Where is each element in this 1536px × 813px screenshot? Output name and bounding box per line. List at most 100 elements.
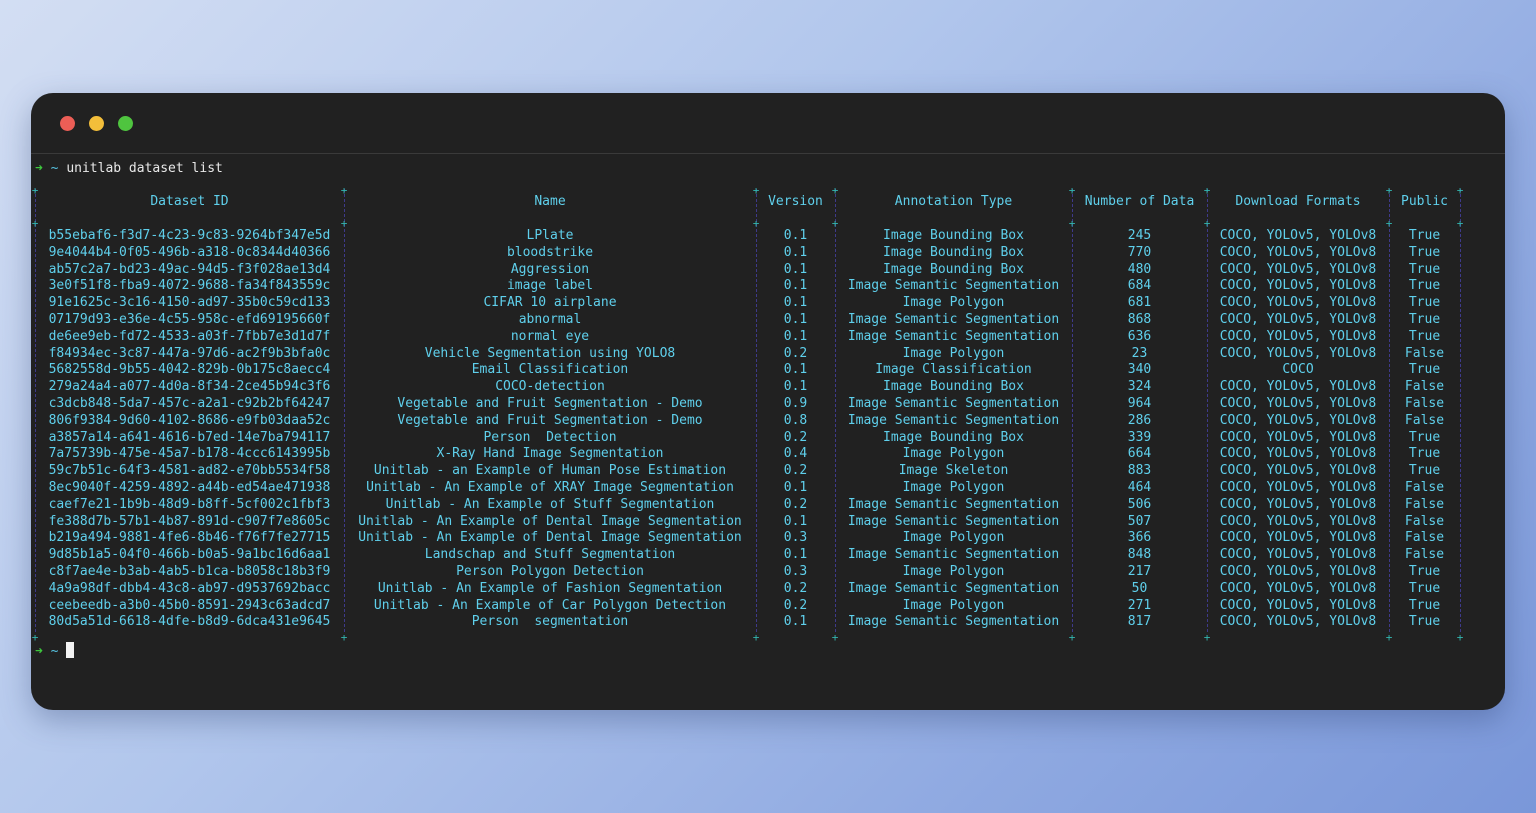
table-cell-annotation-type: Image Semantic Segmentation	[847, 547, 1060, 563]
terminal-output[interactable]: ➜ ~ unitlab dataset list + + + + + + + + + + + + + + +…	[31, 153, 1505, 710]
table-cell-number-of-data: 366	[1127, 530, 1152, 546]
table-cell-annotation-type: Image Bounding Box	[883, 244, 1024, 260]
table-cell-download-formats: COCO, YOLOv5, YOLOv8	[1219, 496, 1377, 512]
table-cell-public: True	[1408, 597, 1441, 613]
table-cell-public: False	[1404, 345, 1445, 361]
table-cell-dataset-id: 5682558d-9b55-4042-829b-0b175c8aecc4	[48, 362, 331, 378]
table-cell-number-of-data: 50	[1131, 580, 1148, 596]
table-cell-name: Person Polygon Detection	[456, 564, 644, 579]
table-cell-dataset-id: de6ee9eb-fd72-4533-a03f-7fbb7e3d1d7f	[48, 328, 331, 344]
table-border-corner: +	[1456, 631, 1464, 645]
table-cell-number-of-data: 817	[1127, 614, 1152, 630]
table-cell-annotation-type: Image Semantic Segmentation	[847, 614, 1060, 630]
table-cell-annotation-type: Image Semantic Segmentation	[847, 396, 1060, 411]
table-cell-public: True	[1408, 614, 1441, 630]
table-cell-annotation-type: Image Bounding Box	[883, 379, 1024, 395]
table-cell-download-formats: COCO, YOLOv5, YOLOv8	[1219, 547, 1377, 563]
table-cell-name: Unitlab - An Example of XRAY Image Segme…	[366, 480, 734, 495]
table-cell-public: True	[1408, 463, 1441, 479]
table-cell-annotation-type: Image Semantic Segmentation	[847, 513, 1060, 529]
table-cell-public: True	[1408, 564, 1441, 579]
zoom-button[interactable]	[118, 116, 133, 131]
table-cell-name: LPlate	[526, 228, 574, 243]
table-cell-name: COCO-detection	[495, 379, 605, 395]
table-cell-download-formats: COCO, YOLOv5, YOLOv8	[1219, 345, 1377, 361]
prompt-tilde: ~	[50, 161, 59, 176]
table-border-corner: +	[752, 631, 760, 645]
table-cell-number-of-data: 681	[1127, 295, 1152, 311]
table-cell-public: False	[1404, 547, 1445, 563]
table-cell-dataset-id: c3dcb848-5da7-457c-a2a1-c92b2bf64247	[48, 396, 331, 411]
table-cell-version: 0.1	[783, 513, 808, 529]
table-cell-dataset-id: 7a75739b-475e-45a7-b178-4ccc6143995b	[48, 446, 331, 462]
table-cell-version: 0.3	[783, 530, 808, 546]
minimize-button[interactable]	[89, 116, 104, 131]
table-cell-version: 0.2	[783, 429, 808, 445]
table-cell-download-formats: COCO, YOLOv5, YOLOv8	[1219, 580, 1377, 596]
close-button[interactable]	[60, 116, 75, 131]
table-cell-version: 0.1	[783, 312, 808, 327]
table-cell-annotation-type: Image Semantic Segmentation	[847, 312, 1060, 327]
table-cell-public: True	[1408, 429, 1441, 445]
table-header-col-annotation-type: Annotation Type	[894, 194, 1013, 209]
table-cell-dataset-id: 9d85b1a5-04f0-466b-b0a5-9a1bc16d6aa1	[48, 547, 331, 563]
table-cell-name: Person segmentation	[471, 614, 629, 630]
table-cell-public: True	[1408, 362, 1441, 378]
table-cell-name: Unitlab - An Example of Dental Image Seg…	[358, 530, 742, 546]
table-cell-public: False	[1404, 396, 1445, 411]
table-cell-annotation-type: Image Bounding Box	[883, 228, 1024, 243]
table-cell-number-of-data: 868	[1127, 312, 1152, 327]
table-cell-annotation-type: Image Classification	[875, 362, 1032, 378]
table-cell-number-of-data: 324	[1127, 379, 1152, 395]
table-cell-name: Vegetable and Fruit Segmentation - Demo	[397, 396, 703, 411]
table-cell-annotation-type: Image Semantic Segmentation	[847, 328, 1060, 344]
table-border-corner: +	[1068, 631, 1076, 645]
table-cell-download-formats: COCO, YOLOv5, YOLOv8	[1219, 429, 1377, 445]
table-cell-version: 0.1	[783, 379, 808, 395]
table-cell-download-formats: COCO, YOLOv5, YOLOv8	[1219, 564, 1377, 579]
table-cell-dataset-id: c8f7ae4e-b3ab-4ab5-b1ca-b8058c18b3f9	[48, 564, 331, 579]
table-cell-public: False	[1404, 379, 1445, 395]
table-cell-public: False	[1404, 496, 1445, 512]
table-cell-annotation-type: Image Semantic Segmentation	[847, 412, 1060, 428]
table-cell-dataset-id: 279a24a4-a077-4d0a-8f34-2ce45b94c3f6	[48, 379, 331, 395]
table-cell-annotation-type: Image Polygon	[902, 345, 1005, 361]
table-cell-version: 0.1	[783, 480, 808, 495]
table-column-divider	[1460, 189, 1461, 633]
table-cell-name: image label	[506, 278, 594, 294]
table-cell-annotation-type: Image Polygon	[902, 446, 1005, 462]
terminal-window: ➜ ~ unitlab dataset list + + + + + + + + + + + + + + +…	[31, 93, 1505, 710]
table-cell-version: 0.1	[783, 362, 808, 378]
next-prompt-line[interactable]: ➜ ~	[35, 642, 75, 660]
table-cell-public: True	[1408, 312, 1441, 327]
title-bar	[31, 93, 1505, 154]
table-cell-number-of-data: 770	[1127, 244, 1152, 260]
table-cell-number-of-data: 217	[1127, 564, 1152, 579]
table-cell-annotation-type: Image Semantic Segmentation	[847, 278, 1060, 294]
table-cell-version: 0.1	[783, 547, 808, 563]
table-cell-download-formats: COCO, YOLOv5, YOLOv8	[1219, 446, 1377, 462]
table-cell-version: 0.2	[783, 345, 808, 361]
table-cell-annotation-type: Image Bounding Box	[883, 261, 1024, 277]
table-cell-dataset-id: b55ebaf6-f3d7-4c23-9c83-9264bf347e5d	[48, 228, 331, 243]
table-cell-dataset-id: fe388d7b-57b1-4b87-891d-c907f7e8605c	[48, 513, 331, 529]
table-cell-name: Vehicle Segmentation using YOLO8	[424, 345, 676, 361]
table-cell-version: 0.2	[783, 580, 808, 596]
table-cell-number-of-data: 480	[1127, 261, 1152, 277]
table-cell-version: 0.2	[783, 463, 808, 479]
table-cell-version: 0.8	[783, 412, 808, 428]
table-cell-dataset-id: 91e1625c-3c16-4150-ad97-35b0c59cd133	[48, 295, 331, 311]
table-cell-dataset-id: 9e4044b4-0f05-496b-a318-0c8344d40366	[48, 244, 331, 260]
prompt-arrow-icon: ➜	[35, 644, 43, 660]
table-cell-download-formats: COCO, YOLOv5, YOLOv8	[1219, 530, 1377, 546]
table-header-col-number-of-data: Number of Data	[1084, 194, 1195, 209]
table-cell-number-of-data: 23	[1131, 345, 1148, 361]
table-cell-download-formats: COCO, YOLOv5, YOLOv8	[1219, 480, 1377, 495]
table-cell-download-formats: COCO, YOLOv5, YOLOv8	[1219, 463, 1377, 479]
table-cell-download-formats: COCO, YOLOv5, YOLOv8	[1219, 244, 1377, 260]
table-cell-dataset-id: a3857a14-a641-4616-b7ed-14e7ba794117	[48, 429, 331, 445]
table-cell-public: True	[1408, 295, 1441, 311]
table-cell-number-of-data: 664	[1127, 446, 1152, 462]
table-cell-download-formats: COCO, YOLOv5, YOLOv8	[1219, 597, 1377, 613]
table-cell-annotation-type: Image Semantic Segmentation	[847, 496, 1060, 512]
